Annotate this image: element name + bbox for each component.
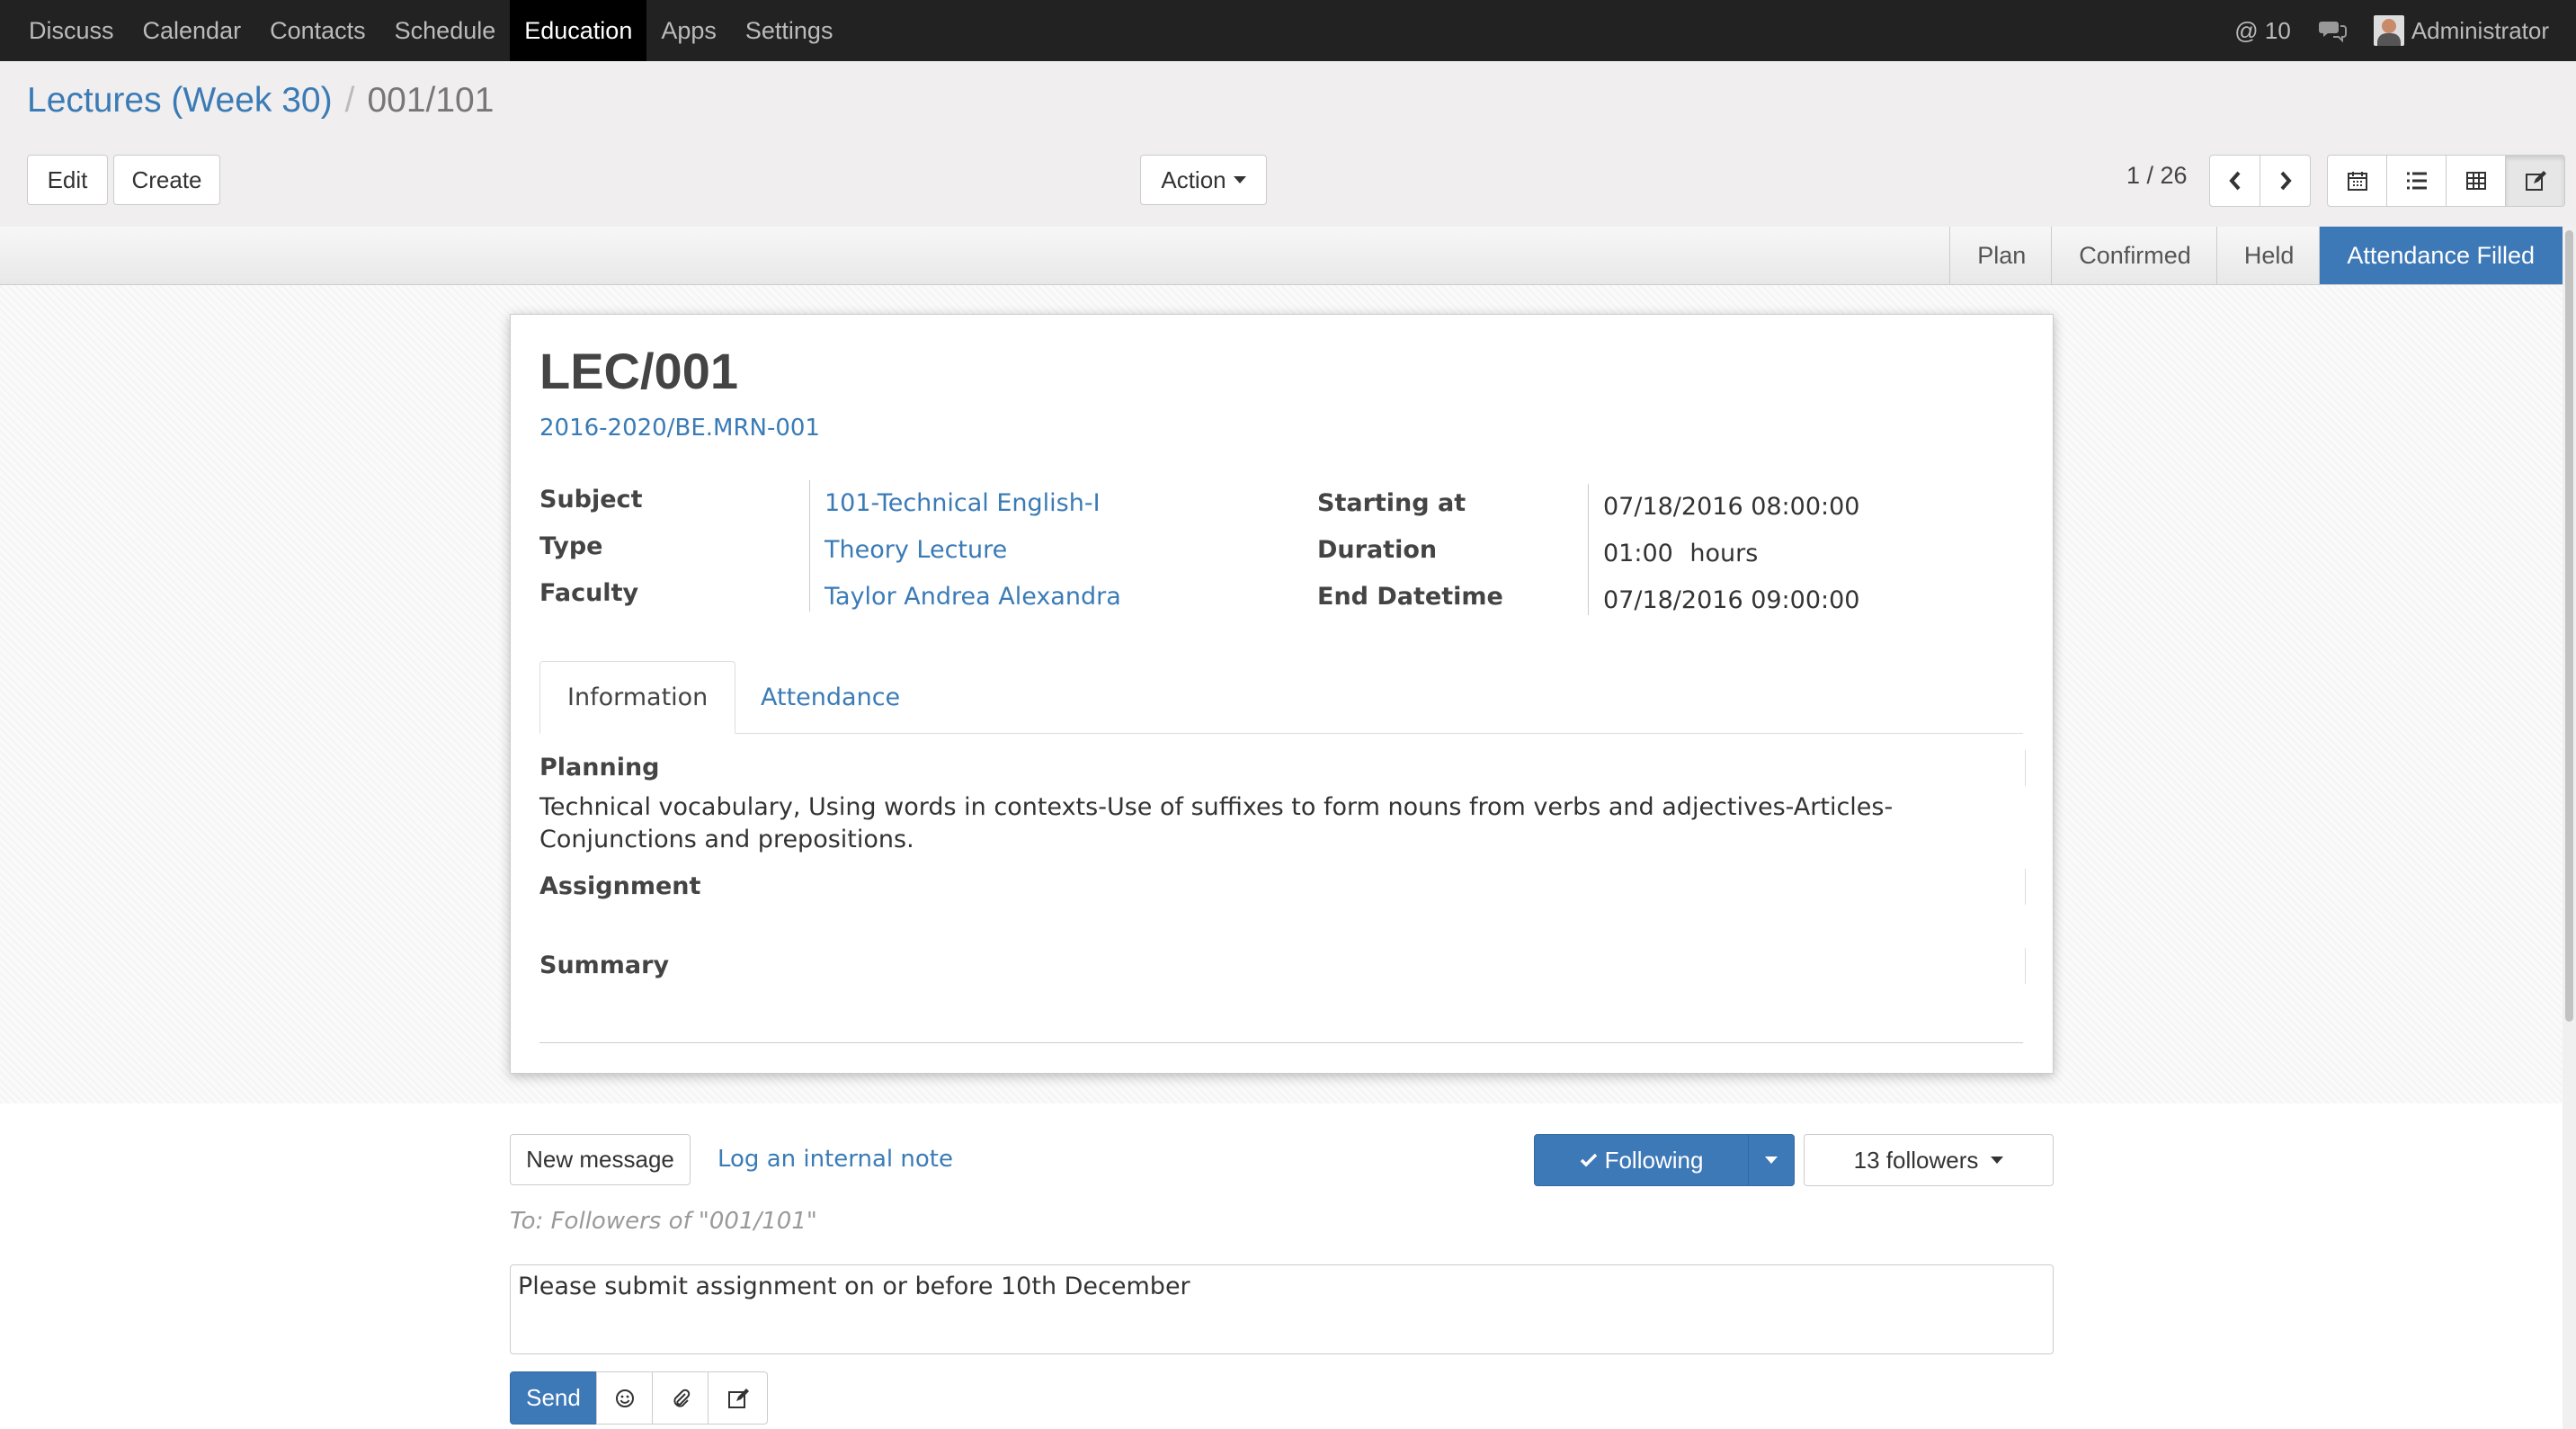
menu-item-schedule[interactable]: Schedule bbox=[380, 0, 511, 61]
avatar bbox=[2373, 15, 2404, 46]
create-button[interactable]: Create bbox=[113, 155, 220, 205]
record-title: LEC/001 bbox=[539, 343, 738, 399]
calendar-icon bbox=[2347, 170, 2368, 192]
list-view-button[interactable] bbox=[2386, 155, 2447, 207]
duration-amount: 01:00 bbox=[1603, 540, 1673, 567]
faculty-label: Faculty bbox=[539, 579, 639, 607]
menu-item-apps[interactable]: Apps bbox=[646, 0, 731, 61]
check-icon bbox=[1580, 1153, 1598, 1167]
menu-item-settings[interactable]: Settings bbox=[731, 0, 848, 61]
subject-value[interactable]: 101-Technical English-I bbox=[824, 489, 1101, 517]
chevron-left-icon bbox=[2228, 171, 2242, 191]
duration-label: Duration bbox=[1317, 536, 1438, 564]
menu-item-discuss[interactable]: Discuss bbox=[14, 0, 129, 61]
following-button[interactable]: Following bbox=[1534, 1134, 1749, 1186]
scrollbar-thumb[interactable] bbox=[2565, 230, 2573, 1022]
form-sheet: LEC/001 2016-2020/BE.MRN-001 Subject Typ… bbox=[510, 314, 2054, 1074]
breadcrumb-parent[interactable]: Lectures (Week 30) bbox=[27, 81, 333, 120]
mentions-counter[interactable]: @ 10 bbox=[2234, 17, 2291, 45]
faculty-value[interactable]: Taylor Andrea Alexandra bbox=[824, 583, 1121, 611]
field-divider bbox=[1588, 484, 1589, 615]
caret-down-icon bbox=[1765, 1157, 1778, 1164]
end-value: 07/18/2016 09:00:00 bbox=[1603, 586, 1860, 614]
followers-count: 13 followers bbox=[1853, 1146, 1979, 1174]
batch-link[interactable]: 2016-2020/BE.MRN-001 bbox=[539, 415, 820, 442]
following-label: Following bbox=[1604, 1146, 1704, 1174]
action-dropdown[interactable]: Action bbox=[1140, 155, 1267, 205]
message-composer[interactable]: Please submit assignment on or before 10… bbox=[510, 1264, 2054, 1354]
field-edge bbox=[2025, 750, 2026, 786]
top-navbar: Discuss Calendar Contacts Schedule Educa… bbox=[0, 0, 2576, 61]
action-label: Action bbox=[1161, 165, 1226, 193]
emoji-button[interactable] bbox=[596, 1371, 653, 1425]
menu-item-education[interactable]: Education bbox=[510, 0, 647, 61]
status-bar: Plan Confirmed Held Attendance Filled bbox=[0, 227, 2576, 285]
recipients-hint: To: Followers of "001/101" bbox=[510, 1208, 817, 1235]
calendar-view-button[interactable] bbox=[2327, 155, 2387, 207]
grid-view-button[interactable] bbox=[2446, 155, 2506, 207]
log-note-link[interactable]: Log an internal note bbox=[718, 1146, 953, 1173]
end-label: End Datetime bbox=[1317, 583, 1503, 611]
edit-button[interactable]: Edit bbox=[27, 155, 108, 205]
edit-form-icon bbox=[2525, 170, 2546, 192]
notebook-tabs: Information Attendance bbox=[539, 661, 2023, 734]
next-record-button[interactable] bbox=[2260, 155, 2311, 207]
user-name: Administrator bbox=[2411, 16, 2549, 44]
type-label: Type bbox=[539, 532, 603, 560]
chat-icon[interactable] bbox=[2318, 19, 2347, 42]
caret-down-icon bbox=[1233, 176, 1246, 183]
page-scrollbar[interactable] bbox=[2563, 227, 2576, 1429]
start-value: 07/18/2016 08:00:00 bbox=[1603, 493, 1860, 521]
stage-plan[interactable]: Plan bbox=[1949, 227, 2052, 284]
tab-attendance[interactable]: Attendance bbox=[734, 661, 927, 733]
tab-information[interactable]: Information bbox=[539, 661, 736, 734]
systray: @ 10 Administrator bbox=[2234, 0, 2576, 61]
form-view-button[interactable] bbox=[2505, 155, 2565, 207]
type-value[interactable]: Theory Lecture bbox=[824, 536, 1007, 564]
subject-label: Subject bbox=[539, 486, 643, 514]
previous-record-button[interactable] bbox=[2209, 155, 2260, 207]
control-panel: Lectures (Week 30) / 001/101 Edit Create A… bbox=[0, 61, 2576, 228]
table-icon bbox=[2465, 171, 2487, 191]
menu-item-calendar[interactable]: Calendar bbox=[129, 0, 256, 61]
assignment-label: Assignment bbox=[539, 872, 701, 900]
field-edge bbox=[2025, 869, 2026, 905]
stage-attendance-filled[interactable]: Attendance Filled bbox=[2319, 227, 2576, 284]
paperclip-icon bbox=[671, 1389, 691, 1408]
new-message-button[interactable]: New message bbox=[510, 1134, 691, 1185]
app-menu: Discuss Calendar Contacts Schedule Educa… bbox=[14, 0, 847, 61]
followers-dropdown[interactable]: 13 followers bbox=[1804, 1134, 2054, 1186]
user-menu[interactable]: Administrator bbox=[2373, 15, 2549, 46]
full-composer-button[interactable] bbox=[708, 1371, 768, 1425]
field-divider bbox=[809, 480, 810, 612]
planning-text: Technical vocabulary, Using words in con… bbox=[539, 793, 1894, 853]
stage-held[interactable]: Held bbox=[2215, 227, 2320, 284]
pager-value[interactable]: 1 / 26 bbox=[2126, 162, 2188, 190]
chevron-right-icon bbox=[2279, 171, 2292, 191]
breadcrumb-separator: / bbox=[344, 81, 355, 120]
duration-value: 01:00 hours bbox=[1603, 540, 1758, 567]
smile-icon bbox=[615, 1389, 635, 1408]
field-edge bbox=[2025, 948, 2026, 984]
edit-icon bbox=[727, 1388, 749, 1409]
planning-label: Planning bbox=[539, 754, 660, 781]
duration-unit: hours bbox=[1689, 540, 1759, 567]
divider bbox=[539, 1042, 2023, 1043]
menu-item-contacts[interactable]: Contacts bbox=[255, 0, 380, 61]
caret-down-icon bbox=[1991, 1157, 2004, 1164]
summary-label: Summary bbox=[539, 951, 670, 979]
breadcrumb: Lectures (Week 30) / 001/101 bbox=[27, 81, 494, 121]
pager-buttons bbox=[2209, 155, 2311, 207]
view-switcher bbox=[2327, 155, 2565, 207]
start-label: Starting at bbox=[1317, 489, 1466, 517]
breadcrumb-current: 001/101 bbox=[367, 81, 495, 120]
stage-pipeline: Plan Confirmed Held Attendance Filled bbox=[1949, 227, 2576, 284]
send-button[interactable]: Send bbox=[510, 1371, 597, 1425]
following-dropdown-toggle[interactable] bbox=[1748, 1134, 1795, 1186]
attach-button[interactable] bbox=[652, 1371, 709, 1425]
stage-confirmed[interactable]: Confirmed bbox=[2051, 227, 2216, 284]
list-icon bbox=[2406, 171, 2428, 191]
